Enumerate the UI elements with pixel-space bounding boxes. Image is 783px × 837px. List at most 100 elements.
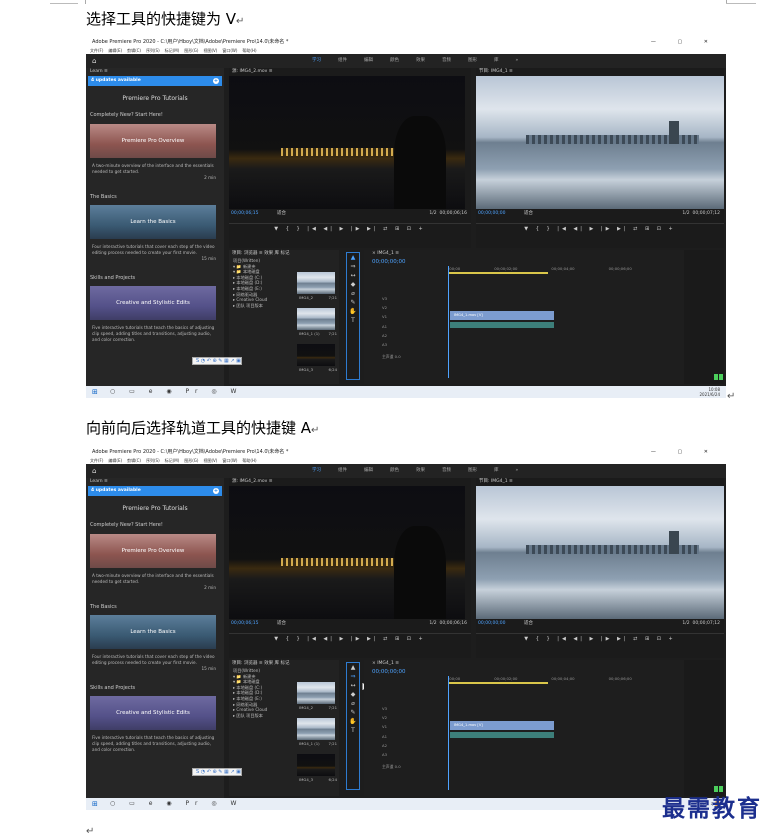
clip-thumbnail[interactable] [297,344,335,366]
menu-window[interactable]: 窗口(W) [222,48,237,53]
tab-assembly[interactable]: 组件 [338,58,347,63]
tutorial-card-overview[interactable]: Premiere Pro Overview [90,534,216,568]
tab-color[interactable]: 颜色 [390,468,399,473]
zoom-select[interactable]: 适合 [524,619,533,628]
program-timecode[interactable]: 00;00;00;00 [478,621,505,626]
clip-thumbnail[interactable] [297,718,335,740]
plus-icon[interactable]: + [213,78,219,84]
menu-help[interactable]: 帮助(H) [242,458,256,463]
audio-clip[interactable] [450,732,554,738]
track-select-tool-icon[interactable]: ⇒ [347,672,359,681]
tab-color[interactable]: 颜色 [390,58,399,63]
ripple-edit-tool-icon[interactable]: ↔ [347,681,359,690]
plus-icon[interactable]: + [213,488,219,494]
menu-sequence[interactable]: 序列(S) [146,458,160,463]
floating-toolbar[interactable]: S ◔ ↶ ⊕ ✎ ▦ ↗ ▣ [192,768,242,776]
type-tool-icon[interactable]: T [347,316,359,325]
menu-clip[interactable]: 剪辑(C) [127,48,141,53]
slip-tool-icon[interactable]: ⌀ [347,289,359,298]
project-tabs[interactable]: 项目: 浏览器 ≡ 效果 库 标记 [229,660,339,668]
tab-graphics[interactable]: 图形 [468,468,477,473]
track-v2[interactable]: V2 [364,305,387,310]
tab-audio[interactable]: 音频 [442,468,451,473]
timeline-tab[interactable]: × IMG4_1 ≡ [364,660,712,668]
tab-editing[interactable]: 编辑 [364,58,373,63]
resolution-select[interactable]: 1/2 [682,211,689,216]
updates-banner[interactable]: 4 updates available + [88,76,222,86]
selection-tool-icon[interactable]: ▲ [347,663,359,672]
track-a1[interactable]: A1 [364,734,387,739]
source-timecode[interactable]: 00;00;06;15 [231,211,258,216]
source-timecode[interactable]: 00;00;06;15 [231,621,258,626]
work-area-bar[interactable] [448,272,548,274]
track-v3[interactable]: V3 [364,706,387,711]
start-icon[interactable]: ⊞ [92,798,98,810]
type-tool-icon[interactable]: T [347,726,359,735]
resolution-select[interactable]: 1/2 [682,621,689,626]
clip-thumbnail[interactable] [297,754,335,776]
tab-graphics[interactable]: 图形 [468,58,477,63]
master-track[interactable]: 主声道 0.0 [364,764,401,769]
program-transport-controls[interactable]: ▼ { } |◀ ◀| ▶ |▶ ▶| ⇄ ⊞ ⊡ + [476,634,724,644]
menu-help[interactable]: 帮助(H) [242,48,256,53]
menu-window[interactable]: 窗口(W) [222,458,237,463]
track-a3[interactable]: A3 [364,752,387,757]
tab-learning[interactable]: 学习 [312,468,321,473]
tab-learning[interactable]: 学习 [312,58,321,63]
tab-libraries[interactable]: 库 [494,58,499,63]
tutorial-card-overview[interactable]: Premiere Pro Overview [90,124,216,158]
zoom-select[interactable]: 适合 [277,209,286,218]
source-monitor-tab[interactable]: 源: IMG4_2.mov ≡ [229,478,471,486]
menu-view[interactable]: 视图(V) [203,48,217,53]
date[interactable]: 2021/6/24 [699,392,720,397]
tab-assembly[interactable]: 组件 [338,468,347,473]
window-controls[interactable]: — ▢ ✕ [651,38,718,47]
timeline-timecode[interactable]: 00;00;00;00 [364,668,712,676]
program-monitor-tab[interactable]: 节目: IMG4_1 ≡ [476,478,724,486]
tutorial-card-creative[interactable]: Creative and Stylistic Edits [90,286,216,320]
updates-banner[interactable]: 4 updates available + [88,486,222,496]
more-workspaces[interactable]: » [516,468,519,473]
playhead[interactable] [448,676,449,790]
playhead[interactable] [448,266,449,378]
floating-toolbar[interactable]: S ◔ ↶ ⊕ ✎ ▦ ↗ ▣ [192,357,242,365]
pen-tool-icon[interactable]: ✎ [347,708,359,717]
audio-clip[interactable] [450,322,554,328]
source-monitor-tab[interactable]: 源: IMG4_2.mov ≡ [229,68,471,76]
program-transport-controls[interactable]: ▼ { } |◀ ◀| ▶ |▶ ▶| ⇄ ⊞ ⊡ + [476,224,724,234]
timeline-tab[interactable]: × IMG4_1 ≡ [364,250,712,258]
selection-tool-icon[interactable]: ▲ [347,253,359,262]
razor-tool-icon[interactable]: ◆ [347,690,359,699]
menu-file[interactable]: 文件(F) [90,458,103,463]
resolution-select[interactable]: 1/2 [429,621,436,626]
source-transport-controls[interactable]: ▼ { } |◀ ◀| ▶ |▶ ▶| ⇄ ⊞ ⊡ + [229,224,471,234]
track-a2[interactable]: A2 [364,333,387,338]
zoom-select[interactable]: 适合 [277,619,286,628]
source-transport-controls[interactable]: ▼ { } |◀ ◀| ▶ |▶ ▶| ⇄ ⊞ ⊡ + [229,634,471,644]
track-select-tool-icon[interactable]: ⇒ [347,262,359,271]
menu-file[interactable]: 文件(F) [90,48,103,53]
menu-marker[interactable]: 标记(M) [165,48,180,53]
program-timecode[interactable]: 00;00;00;00 [478,211,505,216]
tab-editing[interactable]: 编辑 [364,468,373,473]
menu-graphics[interactable]: 图形(G) [184,458,198,463]
zoom-select[interactable]: 适合 [524,209,533,218]
taskbar-apps[interactable]: ○ ▭ e ◉ Pr ◎ W [110,386,242,398]
video-clip[interactable]: IMG4_1.mov [V] [450,311,554,320]
home-icon[interactable]: ⌂ [92,464,96,478]
track-v1[interactable]: V1 [364,724,387,729]
start-icon[interactable]: ⊞ [92,386,98,398]
track-a2[interactable]: A2 [364,743,387,748]
tutorial-card-basics[interactable]: Learn the Basics [90,205,216,239]
hand-tool-icon[interactable]: ✋ [347,307,359,316]
clip-thumbnail[interactable] [297,308,335,330]
project-tabs[interactable]: 项目: 浏览器 ≡ 效果 库 标记 [229,250,339,258]
program-monitor-tab[interactable]: 节目: IMG4_1 ≡ [476,68,724,76]
tutorial-card-creative[interactable]: Creative and Stylistic Edits [90,696,216,730]
tab-audio[interactable]: 音频 [442,58,451,63]
timeline-timecode[interactable]: 00;00;00;00 [364,258,712,266]
menu-edit[interactable]: 编辑(E) [108,458,122,463]
menu-marker[interactable]: 标记(M) [165,458,180,463]
clip-thumbnail[interactable] [297,272,335,294]
work-area-bar[interactable] [448,682,548,684]
